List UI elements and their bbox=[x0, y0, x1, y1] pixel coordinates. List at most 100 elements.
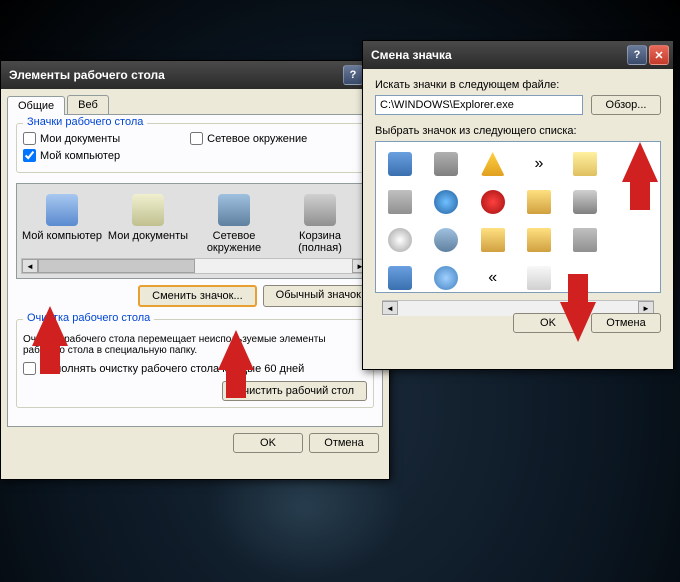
network-icon bbox=[218, 194, 250, 226]
icon-option[interactable]: « bbox=[475, 262, 511, 294]
icon-option[interactable] bbox=[475, 148, 511, 180]
arrows-icon: » bbox=[527, 152, 551, 176]
drive-icon bbox=[573, 228, 597, 252]
cleanup-description: Очистка рабочего стола перемещает неиспо… bbox=[23, 334, 367, 356]
icon-option[interactable] bbox=[521, 262, 557, 294]
checkbox-cleanup-60days[interactable]: Выполнять очистку рабочего стола каждые … bbox=[23, 362, 367, 375]
cancel-button[interactable]: Отмена bbox=[309, 433, 379, 453]
desktop-elements-dialog: Элементы рабочего стола ? ✕ Общие Веб Зн… bbox=[0, 60, 390, 480]
help-icon[interactable]: ? bbox=[343, 65, 363, 85]
chevrons-icon: « bbox=[481, 266, 505, 290]
tab-strip: Общие Веб bbox=[1, 89, 389, 114]
icon-option[interactable] bbox=[521, 224, 557, 256]
icon-option[interactable] bbox=[428, 262, 464, 294]
envelope-icon bbox=[527, 266, 551, 290]
dialog-body: Искать значки в следующем файле: Обзор..… bbox=[363, 69, 673, 313]
desktop-icons-group: Значки рабочего стола Мои документы Сете… bbox=[16, 123, 374, 173]
info-icon bbox=[434, 266, 458, 290]
globe-icon bbox=[434, 190, 458, 214]
folder-icon bbox=[527, 190, 551, 214]
change-icon-button[interactable]: Сменить значок... bbox=[138, 285, 257, 307]
warning-icon bbox=[481, 152, 505, 176]
icon-option[interactable] bbox=[567, 224, 603, 256]
cancel-button[interactable]: Отмена bbox=[591, 313, 661, 333]
checkbox-label: Сетевое окружение bbox=[207, 133, 307, 145]
computer-icon bbox=[46, 194, 78, 226]
icon-option[interactable] bbox=[382, 262, 418, 294]
tab-web[interactable]: Веб bbox=[67, 95, 109, 114]
search-icon bbox=[434, 228, 458, 252]
default-icon-button[interactable]: Обычный значок bbox=[263, 285, 374, 307]
icon-item-my-documents[interactable]: Мои документы bbox=[107, 194, 189, 254]
checkbox-input[interactable] bbox=[23, 149, 36, 162]
icon-option[interactable] bbox=[382, 148, 418, 180]
tab-panel-general: Значки рабочего стола Мои документы Сете… bbox=[7, 114, 383, 427]
help-icon[interactable]: ? bbox=[627, 45, 647, 65]
annotation-arrow bbox=[218, 330, 254, 370]
checkbox-label: Мой компьютер bbox=[40, 150, 120, 162]
select-icon-label: Выбрать значок из следующего списка: bbox=[375, 125, 661, 137]
stop-icon bbox=[481, 190, 505, 214]
disc-icon bbox=[388, 228, 412, 252]
tower-icon bbox=[573, 190, 597, 214]
icon-item-recycle-full[interactable]: Корзина (полная) bbox=[279, 194, 361, 254]
icon-label: Корзина (полная) bbox=[279, 230, 361, 254]
icon-option[interactable]: » bbox=[521, 148, 557, 180]
folder-icon bbox=[527, 228, 551, 252]
documents-icon bbox=[132, 194, 164, 226]
icon-label: Мои документы bbox=[107, 230, 189, 242]
folder-icon bbox=[481, 228, 505, 252]
icon-preview-strip: Мой компьютер Мои документы Сетевое окру… bbox=[16, 183, 374, 279]
titlebar[interactable]: Элементы рабочего стола ? ✕ bbox=[1, 61, 389, 89]
scroll-thumb[interactable] bbox=[38, 259, 195, 273]
annotation-arrow bbox=[622, 142, 658, 182]
icon-item-my-computer[interactable]: Мой компьютер bbox=[21, 194, 103, 254]
icon-option[interactable] bbox=[428, 224, 464, 256]
browse-button[interactable]: Обзор... bbox=[591, 95, 661, 115]
tab-general[interactable]: Общие bbox=[7, 96, 65, 115]
scroll-left-icon[interactable]: ◄ bbox=[382, 301, 398, 315]
checkbox-input[interactable] bbox=[190, 132, 203, 145]
printer-icon bbox=[434, 152, 458, 176]
window-title: Смена значка bbox=[371, 48, 627, 62]
monitor-icon bbox=[388, 266, 412, 290]
annotation-arrow bbox=[32, 306, 68, 346]
checkbox-input[interactable] bbox=[23, 362, 36, 375]
icon-label: Мой компьютер bbox=[21, 230, 103, 242]
mail-icon bbox=[573, 152, 597, 176]
checkbox-network[interactable]: Сетевое окружение bbox=[190, 132, 307, 145]
icon-list-box: » « ◄ bbox=[375, 141, 661, 293]
icon-path-input[interactable] bbox=[375, 95, 583, 115]
horizontal-scrollbar[interactable]: ◄ ► bbox=[21, 258, 369, 274]
close-icon[interactable]: ✕ bbox=[649, 45, 669, 65]
recycle-bin-icon bbox=[304, 194, 336, 226]
icon-option[interactable] bbox=[428, 148, 464, 180]
checkbox-my-computer[interactable]: Мой компьютер bbox=[23, 149, 120, 162]
change-icon-dialog: Смена значка ? ✕ Искать значки в следующ… bbox=[362, 40, 674, 370]
icon-label: Сетевое окружение bbox=[193, 230, 275, 254]
scroll-track[interactable] bbox=[398, 301, 638, 316]
checkbox-my-documents[interactable]: Мои документы bbox=[23, 132, 120, 145]
icon-option[interactable] bbox=[475, 224, 511, 256]
scroll-left-icon[interactable]: ◄ bbox=[22, 259, 38, 273]
monitor-icon bbox=[388, 152, 412, 176]
annotation-arrow bbox=[560, 302, 596, 342]
window-title: Элементы рабочего стола bbox=[9, 68, 343, 82]
group-title: Значки рабочего стола bbox=[23, 116, 147, 128]
icon-option[interactable] bbox=[475, 186, 511, 218]
ok-button[interactable]: OK bbox=[233, 433, 303, 453]
icon-option[interactable] bbox=[567, 186, 603, 218]
search-file-label: Искать значки в следующем файле: bbox=[375, 79, 661, 91]
icon-item-network[interactable]: Сетевое окружение bbox=[193, 194, 275, 254]
icon-option[interactable] bbox=[567, 148, 603, 180]
horizontal-scrollbar[interactable]: ◄ ► bbox=[382, 300, 654, 316]
icon-option[interactable] bbox=[428, 186, 464, 218]
icon-option[interactable] bbox=[521, 186, 557, 218]
titlebar[interactable]: Смена значка ? ✕ bbox=[363, 41, 673, 69]
checkbox-label: Выполнять очистку рабочего стола каждые … bbox=[40, 363, 304, 375]
checkbox-input[interactable] bbox=[23, 132, 36, 145]
icon-option[interactable] bbox=[382, 186, 418, 218]
checkbox-label: Мои документы bbox=[40, 133, 120, 145]
scroll-track[interactable] bbox=[38, 259, 352, 273]
icon-option[interactable] bbox=[382, 224, 418, 256]
